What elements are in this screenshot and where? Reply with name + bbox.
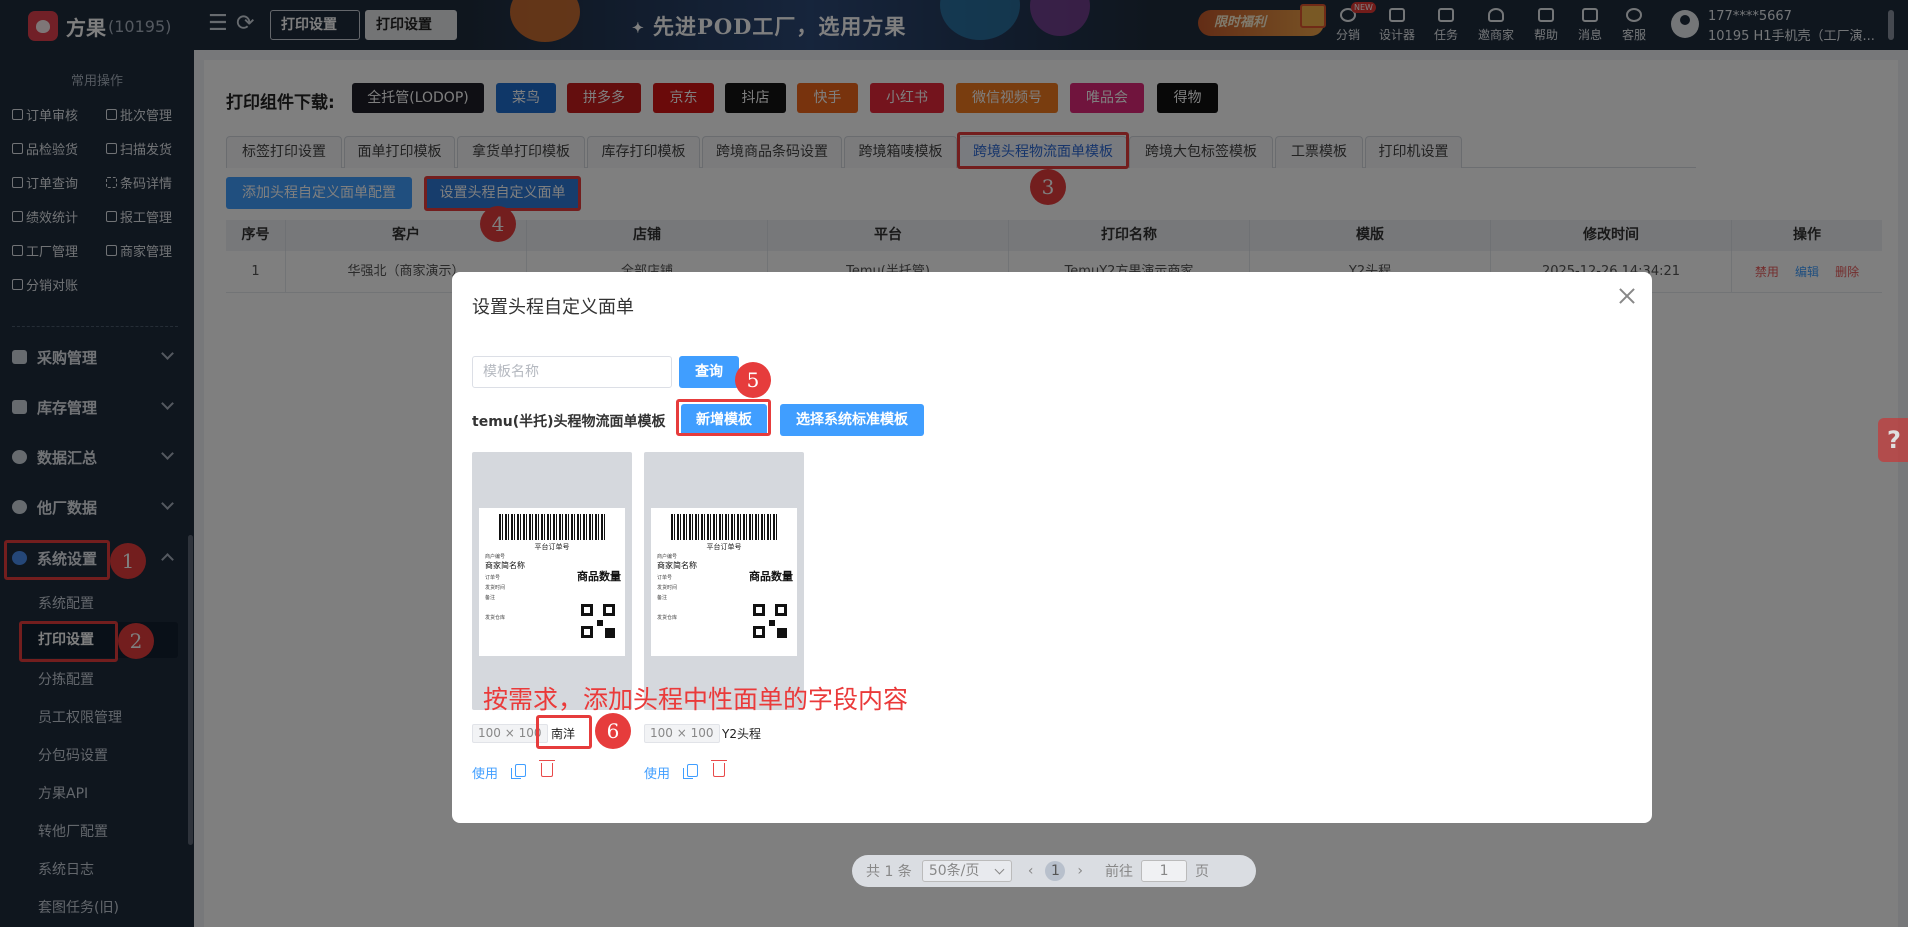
help-float-button[interactable]: ? bbox=[1878, 418, 1908, 462]
use-template-link[interactable]: 使用 bbox=[472, 763, 498, 782]
page-suffix: 页 bbox=[1195, 864, 1210, 880]
close-icon[interactable] bbox=[1617, 286, 1637, 306]
template-card[interactable]: 平台订单号 商户编号 商家简名称 商品数量 订单号 发货时间 备注 发货仓库 bbox=[644, 452, 804, 710]
select-system-template-button[interactable]: 选择系统标准模板 bbox=[780, 404, 924, 436]
preview-order-no: 平台订单号 bbox=[534, 543, 570, 551]
step-number: 6 bbox=[595, 713, 631, 749]
copy-icon[interactable] bbox=[511, 764, 526, 779]
pagination: 共 1 条 50条/页 ‹ 1 › 前往 1 页 bbox=[852, 855, 1256, 887]
label-preview: 平台订单号 商户编号 商家简名称 商品数量 订单号 发货时间 备注 发货仓库 bbox=[479, 508, 625, 656]
preview-quantity: 商品数量 bbox=[749, 570, 793, 583]
highlight-box bbox=[536, 715, 592, 749]
next-page-icon[interactable]: › bbox=[1077, 863, 1083, 879]
preview-field: 发货时间 bbox=[657, 585, 678, 591]
barcode-icon bbox=[499, 514, 607, 540]
trash-icon[interactable] bbox=[539, 760, 555, 777]
total-count: 共 1 条 bbox=[866, 864, 912, 880]
prev-page-icon[interactable]: ‹ bbox=[1028, 863, 1034, 879]
qr-code-icon bbox=[753, 604, 787, 638]
step-number: 5 bbox=[735, 362, 771, 398]
preview-order-no: 平台订单号 bbox=[706, 543, 742, 551]
preview-field: 订单号 bbox=[485, 575, 501, 581]
preview-field: 发货仓库 bbox=[485, 615, 506, 621]
preview-field: 备注 bbox=[485, 595, 496, 601]
goto-label: 前往 bbox=[1105, 864, 1134, 880]
preview-field: 发货时间 bbox=[485, 585, 506, 591]
template-section-label: temu(半托)头程物流面单模板 bbox=[472, 414, 666, 430]
custom-waybill-dialog bbox=[452, 272, 1652, 823]
goto-page-input[interactable]: 1 bbox=[1141, 860, 1188, 882]
template-name-input[interactable] bbox=[472, 356, 672, 388]
preview-shop-name: 商家简名称 bbox=[485, 561, 525, 570]
preview-field: 发货仓库 bbox=[657, 615, 678, 621]
template-name: Y2头程 bbox=[722, 727, 761, 741]
qr-code-icon bbox=[581, 604, 615, 638]
preview-field: 备注 bbox=[657, 595, 668, 601]
use-template-link[interactable]: 使用 bbox=[644, 763, 670, 782]
label-preview: 平台订单号 商户编号 商家简名称 商品数量 订单号 发货时间 备注 发货仓库 bbox=[651, 508, 797, 656]
page-size-select[interactable]: 50条/页 bbox=[921, 860, 1012, 882]
barcode-icon bbox=[671, 514, 779, 540]
preview-field: 订单号 bbox=[657, 575, 673, 581]
template-card[interactable]: 平台订单号 商户编号 商家简名称 商品数量 订单号 发货时间 备注 发货仓库 bbox=[472, 452, 632, 710]
highlight-box bbox=[676, 399, 771, 436]
preview-field: 商户编号 bbox=[485, 554, 506, 560]
annotation-note: 按需求，添加头程中性面单的字段内容 bbox=[483, 685, 909, 714]
size-tag: 100 × 100 bbox=[644, 724, 720, 743]
trash-icon[interactable] bbox=[711, 760, 727, 777]
preview-field: 商户编号 bbox=[657, 554, 678, 560]
preview-quantity: 商品数量 bbox=[577, 570, 621, 583]
copy-icon[interactable] bbox=[683, 764, 698, 779]
dialog-title: 设置头程自定义面单 bbox=[472, 297, 634, 318]
page-number[interactable]: 1 bbox=[1045, 861, 1066, 881]
query-button[interactable]: 查询 bbox=[679, 356, 739, 388]
preview-shop-name: 商家简名称 bbox=[657, 561, 697, 570]
